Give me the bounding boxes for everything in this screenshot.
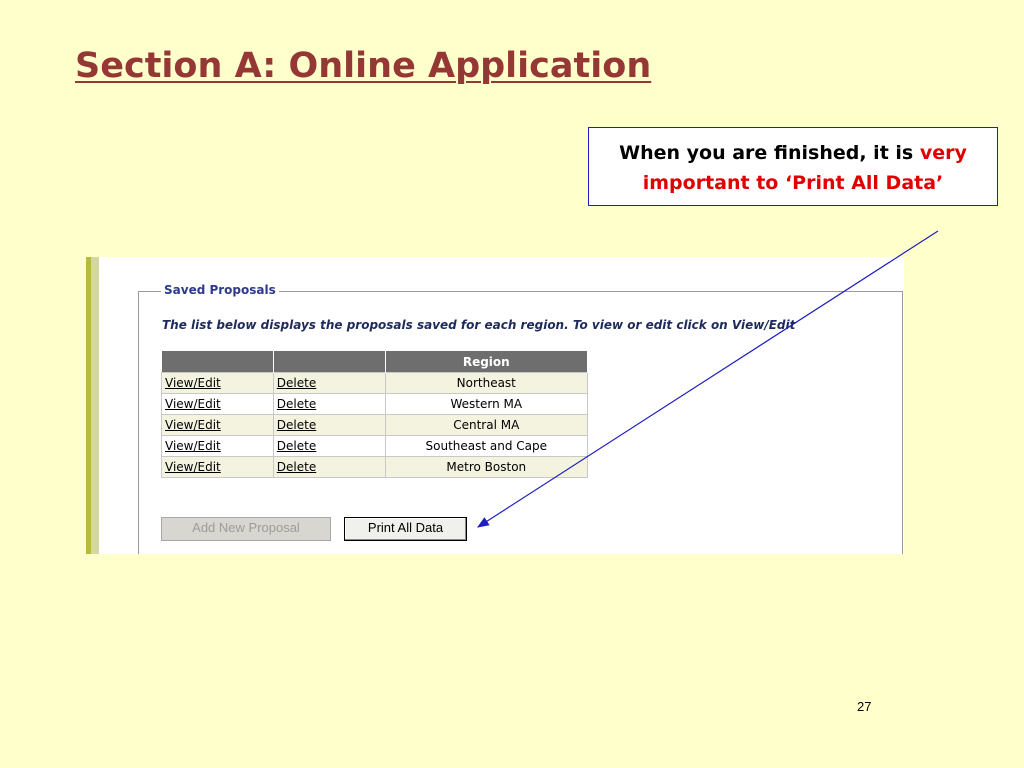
table-row: View/Edit Delete Northeast: [161, 372, 589, 394]
add-new-proposal-button[interactable]: Add New Proposal: [161, 517, 331, 541]
view-edit-link[interactable]: View/Edit: [161, 435, 274, 457]
view-edit-link[interactable]: View/Edit: [161, 372, 274, 394]
delete-link[interactable]: Delete: [272, 393, 386, 415]
table-row: View/Edit Delete Central MA: [161, 414, 589, 436]
saved-proposals-panel: Saved Proposals The list below displays …: [86, 257, 904, 554]
column-header-view: [161, 351, 274, 373]
saved-proposals-fieldset: Saved Proposals The list below displays …: [138, 283, 903, 554]
table-row: View/Edit Delete Metro Boston: [161, 456, 589, 478]
callout-box: When you are finished, it is very import…: [588, 127, 998, 206]
saved-proposals-legend: Saved Proposals: [161, 283, 279, 297]
column-header-delete: [273, 351, 386, 373]
region-cell: Central MA: [384, 414, 589, 436]
panel-accent-bar-light: [91, 257, 99, 554]
view-edit-link[interactable]: View/Edit: [161, 393, 274, 415]
delete-link[interactable]: Delete: [272, 435, 386, 457]
view-edit-link[interactable]: View/Edit: [161, 414, 274, 436]
callout-emphasis-very: very: [919, 142, 967, 164]
page-number: 27: [857, 699, 872, 714]
delete-link[interactable]: Delete: [272, 414, 386, 436]
delete-link[interactable]: Delete: [272, 456, 386, 478]
view-edit-link[interactable]: View/Edit: [161, 456, 274, 478]
region-cell: Northeast: [384, 372, 589, 394]
region-cell: Southeast and Cape: [384, 435, 589, 457]
delete-link[interactable]: Delete: [272, 372, 386, 394]
intro-text: The list below displays the proposals sa…: [162, 318, 796, 332]
region-cell: Metro Boston: [384, 456, 589, 478]
callout-emphasis-print: important to ‘Print All Data’: [642, 172, 944, 194]
proposals-table: Region View/Edit Delete Northeast View/E…: [161, 351, 589, 478]
print-all-data-button[interactable]: Print All Data: [344, 517, 467, 541]
table-header-row: Region: [161, 351, 589, 373]
column-header-region: Region: [385, 351, 589, 373]
table-row: View/Edit Delete Western MA: [161, 393, 589, 415]
slide-title: Section A: Online Application: [75, 46, 652, 86]
table-row: View/Edit Delete Southeast and Cape: [161, 435, 589, 457]
region-cell: Western MA: [384, 393, 589, 415]
callout-text: When you are finished, it is: [619, 142, 920, 164]
